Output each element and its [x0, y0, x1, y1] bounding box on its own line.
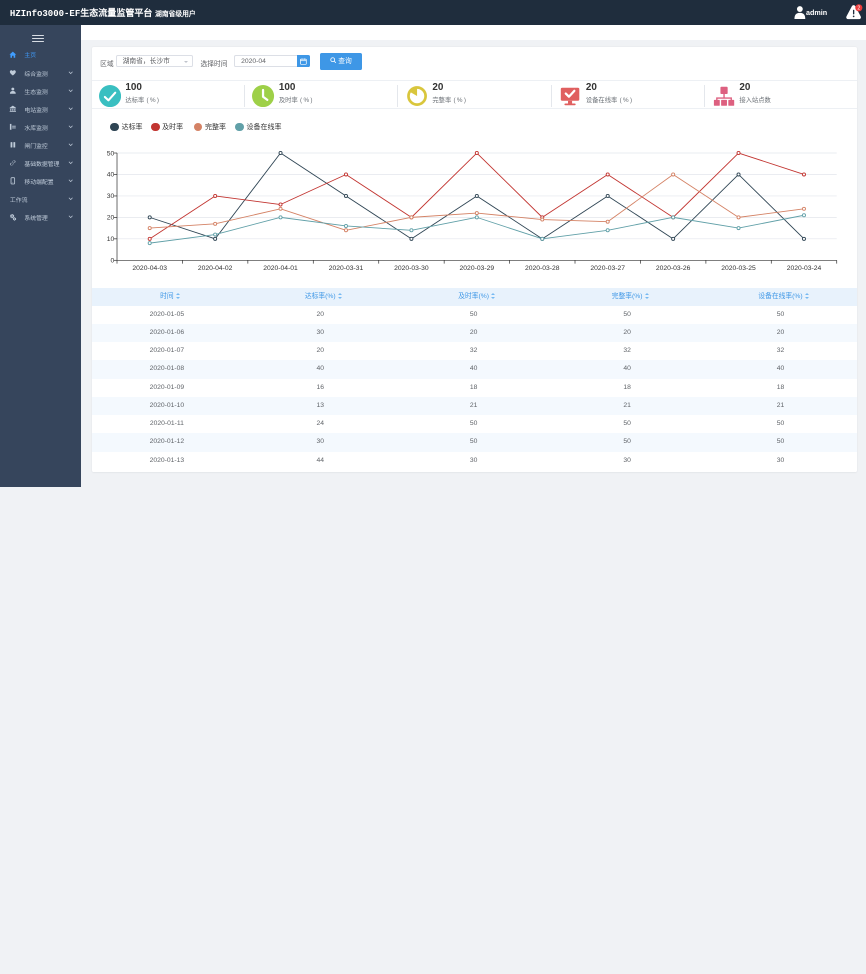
svg-text:2020-03-26: 2020-03-26: [656, 265, 691, 272]
svg-text:2020-03-28: 2020-03-28: [525, 265, 560, 272]
svg-text:2020-03-24: 2020-03-24: [787, 265, 822, 272]
svg-text:2020-03-29: 2020-03-29: [460, 265, 495, 272]
svg-text:0: 0: [111, 258, 115, 265]
svg-text:2020-03-31: 2020-03-31: [329, 265, 364, 272]
svg-text:2020-04-01: 2020-04-01: [263, 265, 298, 272]
svg-text:50: 50: [107, 150, 115, 157]
svg-text:40: 40: [107, 172, 115, 179]
svg-text:2020-04-03: 2020-04-03: [132, 265, 167, 272]
svg-text:10: 10: [107, 236, 115, 243]
svg-text:20: 20: [107, 215, 115, 222]
svg-text:2020-03-25: 2020-03-25: [721, 265, 756, 272]
svg-text:30: 30: [107, 193, 115, 200]
svg-text:2020-03-27: 2020-03-27: [590, 265, 625, 272]
svg-text:2020-04-02: 2020-04-02: [198, 265, 233, 272]
svg-text:2020-03-30: 2020-03-30: [394, 265, 429, 272]
svg-text:2: 2: [857, 5, 860, 11]
